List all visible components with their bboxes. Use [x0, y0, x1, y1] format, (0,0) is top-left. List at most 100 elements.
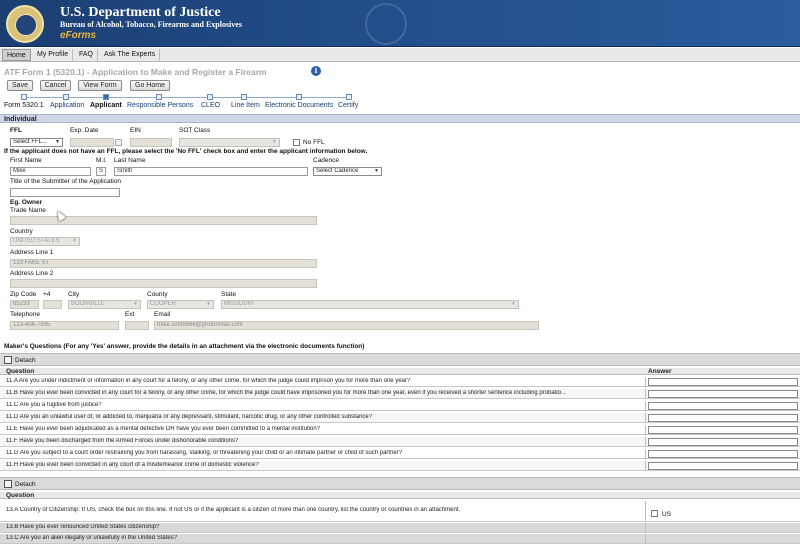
sot-class-select[interactable]: ▼ — [179, 138, 280, 147]
table-row: 13.B Have you ever renounced United Stat… — [0, 523, 800, 533]
step-marker-active — [103, 94, 109, 100]
citizenship-table-header: Question — [0, 492, 800, 499]
doj-seal-logo — [6, 5, 44, 43]
answer-field[interactable] — [648, 426, 798, 434]
cancel-button[interactable]: Cancel — [40, 80, 71, 91]
save-button[interactable]: Save — [7, 80, 33, 91]
page-title: ATF Form 1 (5320.1) - Application to Mak… — [4, 67, 267, 77]
country-label: Country — [10, 228, 33, 235]
tab-faq[interactable]: FAQ — [75, 49, 99, 61]
answer-field[interactable] — [648, 438, 798, 446]
cadence-select[interactable]: Select Cadence ▼ — [313, 167, 382, 176]
eg-owner-label: Eg. Owner — [10, 199, 43, 206]
view-form-button[interactable]: View Form — [78, 80, 122, 91]
answer-field[interactable] — [648, 462, 798, 470]
us-citizenship-checkbox[interactable] — [651, 510, 658, 517]
zip-code-field[interactable]: 65233 — [10, 300, 39, 309]
last-name-label: Last Name — [114, 157, 146, 164]
answer-field[interactable] — [648, 450, 798, 458]
detach-button[interactable]: Detach — [15, 357, 36, 364]
question-text: 11.D Are you an unlawful user of, or add… — [6, 414, 373, 420]
step-marker — [346, 94, 352, 100]
zip-plus4-field[interactable] — [43, 300, 62, 309]
ext-field[interactable] — [125, 321, 149, 330]
header-subtitle: Bureau of Alcohol, Tobacco, Firearms and… — [60, 20, 242, 29]
address-line-2-field[interactable] — [10, 279, 317, 288]
address-line-2-label: Address Line 2 — [10, 270, 54, 277]
step-responsible-persons[interactable]: Responsible Persons — [127, 102, 193, 109]
header-title: U.S. Department of Justice — [60, 5, 221, 20]
cadence-select-value: Select Cadence — [316, 168, 359, 174]
question-text: 11.F Have you been discharged from the A… — [6, 438, 239, 444]
telephone-label: Telephone — [10, 311, 40, 318]
middle-initial-field[interactable]: S — [96, 167, 106, 176]
last-name-field[interactable]: Smith — [114, 167, 308, 176]
detach-icon[interactable] — [4, 480, 12, 488]
first-name-field[interactable]: Mike — [10, 167, 91, 176]
table-row: 13.C Are you an alien illegally or unlaw… — [0, 534, 800, 544]
ffl-label: FFL — [10, 127, 22, 134]
question-text: 11.H Have you ever been convicted in any… — [6, 462, 259, 468]
question-text: 11.B Have you ever been convicted in any… — [6, 390, 567, 396]
chevron-down-icon: ▼ — [511, 301, 516, 307]
step-marker — [296, 94, 302, 100]
county-select[interactable]: COOPER ▼ — [147, 300, 214, 309]
tab-my-profile[interactable]: My Profile — [33, 49, 74, 61]
step-marker — [156, 94, 162, 100]
step-applicant[interactable]: Applicant — [90, 102, 122, 109]
detach-button[interactable]: Detach — [15, 481, 36, 488]
step-application[interactable]: Application — [50, 102, 84, 109]
seal-watermark — [365, 3, 407, 45]
step-line-item[interactable]: Line Item — [231, 102, 260, 109]
question-text: 11.G Are you subject to a court order re… — [6, 450, 403, 456]
step-electronic-documents[interactable]: Electronic Documents — [265, 102, 333, 109]
answer-field[interactable] — [648, 414, 798, 422]
trade-name-label: Trade Name — [10, 207, 46, 214]
info-icon[interactable]: i — [311, 66, 321, 76]
ext-label: Ext — [125, 311, 135, 318]
question-column-header: Question — [6, 368, 35, 375]
state-label: State — [221, 291, 237, 298]
exp-date-field[interactable] — [70, 138, 114, 147]
middle-initial-label: M.I. — [96, 157, 107, 164]
detach-icon[interactable] — [4, 356, 12, 364]
address-line-1-field[interactable]: 123 FAKE ST — [10, 259, 317, 268]
calendar-icon[interactable] — [115, 139, 122, 146]
question-text: 11.C Are you a fugitive from justice? — [6, 402, 102, 408]
city-select-value: BOONVILLE — [71, 301, 106, 307]
question-text: 11.E Have you ever been adjudicated as a… — [6, 426, 321, 432]
section-individual: Individual — [0, 114, 800, 123]
tab-ask-the-experts[interactable]: Ask The Experts — [100, 49, 161, 61]
email-field[interactable]: mike.smith666@protonmail.com — [154, 321, 539, 330]
zip-code-label: Zip Code — [10, 291, 37, 298]
state-select-value: MISSOURI — [224, 301, 254, 307]
submitter-title-field[interactable] — [10, 188, 120, 197]
city-select[interactable]: BOONVILLE ▼ — [68, 300, 141, 309]
ein-label: EIN — [130, 127, 141, 134]
table-row: 11.D Are you an unlawful user of, or add… — [0, 413, 800, 423]
us-label: US — [662, 511, 672, 518]
ffl-select-value: Select FFL... — [13, 139, 48, 145]
table-row: 11.H Have you ever been convicted in any… — [0, 461, 800, 471]
table-row: 11.F Have you been discharged from the A… — [0, 437, 800, 447]
answer-field[interactable] — [648, 402, 798, 410]
country-select[interactable]: UNITED STATES ▼ — [10, 237, 80, 246]
step-certify[interactable]: Certify — [338, 102, 358, 109]
step-marker — [207, 94, 213, 100]
answer-field[interactable] — [648, 378, 798, 386]
table-row: 11.B Have you ever been convicted in any… — [0, 389, 800, 399]
site-header: U.S. Department of Justice Bureau of Alc… — [0, 0, 800, 47]
main-nav: Home My Profile FAQ Ask The Experts — [0, 48, 800, 62]
go-home-button[interactable]: Go Home — [130, 80, 170, 91]
state-select[interactable]: MISSOURI ▼ — [221, 300, 519, 309]
step-form-5320[interactable]: Form 5320.1 — [4, 102, 44, 109]
table-row: 11.A Are you under indictment or informa… — [0, 377, 800, 387]
tab-home[interactable]: Home — [2, 49, 31, 61]
no-ffl-checkbox[interactable] — [293, 139, 300, 146]
telephone-field[interactable]: 123-456-7895 — [10, 321, 119, 330]
ein-field[interactable] — [130, 138, 172, 147]
step-cleo[interactable]: CLEO — [201, 102, 220, 109]
ffl-select[interactable]: Select FFL... ▼ — [10, 138, 63, 147]
answer-field[interactable] — [648, 390, 798, 398]
no-ffl-instruction: If the applicant does not have an FFL, p… — [4, 148, 368, 155]
